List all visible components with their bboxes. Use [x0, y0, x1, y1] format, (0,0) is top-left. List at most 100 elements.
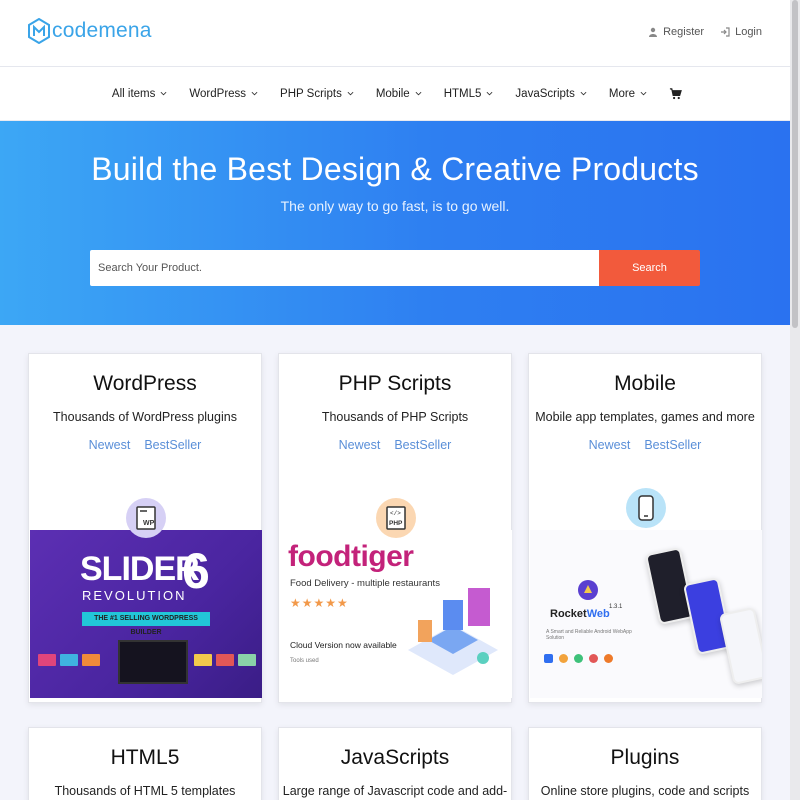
- register-label: Register: [663, 26, 705, 38]
- category-card-mobile[interactable]: Mobile Mobile app templates, games and m…: [528, 353, 762, 703]
- nav-item-all-items[interactable]: All items: [108, 88, 167, 100]
- slider-revolution-banner: SLIDER 6 REVOLUTION THE #1 SELLING WORDP…: [30, 530, 262, 698]
- chevron-down-icon: [415, 91, 422, 96]
- version-label: 1.3.1: [609, 604, 623, 610]
- phone-mockup: [718, 607, 762, 685]
- thumbnail: [82, 654, 100, 666]
- nav-label: All items: [111, 87, 156, 100]
- svg-text:PHP: PHP: [389, 520, 403, 527]
- nav-item-more[interactable]: More: [605, 88, 647, 100]
- category-card-javascripts[interactable]: JavaScripts Large range of Javascript co…: [278, 727, 512, 800]
- card-description: Thousands of PHP Scripts: [321, 410, 469, 424]
- nav-item-html5[interactable]: HTML5: [440, 88, 494, 100]
- category-card-plugins[interactable]: Plugins Online store plugins, code and s…: [528, 727, 762, 800]
- nav-label: More: [608, 87, 636, 100]
- category-card-php-scripts[interactable]: PHP Scripts Thousands of PHP Scripts New…: [278, 353, 512, 703]
- chevron-down-icon: [640, 91, 647, 96]
- search-input[interactable]: [90, 250, 599, 286]
- banner-subtitle: REVOLUTION: [82, 588, 187, 603]
- nav-item-javascripts[interactable]: JavaScripts: [511, 87, 587, 100]
- cart-icon[interactable]: [669, 87, 682, 100]
- card-description: Large range of Javascript code and add-o…: [282, 784, 508, 800]
- foodtiger-logo: foodtiger: [288, 540, 414, 573]
- card-title: Mobile: [614, 372, 676, 395]
- thumbnail: [194, 654, 212, 666]
- card-description: Online store plugins, code and scripts: [540, 784, 750, 798]
- thumbnail: [216, 654, 234, 666]
- nav-label: JavaScripts: [515, 87, 575, 100]
- chevron-down-icon: [347, 91, 354, 96]
- chevron-down-icon: [251, 91, 258, 96]
- nav-item-wordpress[interactable]: WordPress: [185, 88, 258, 100]
- search-bar: Search: [90, 250, 700, 286]
- login-label: Login: [735, 26, 762, 38]
- banner-title: SLIDER: [80, 550, 200, 588]
- banner-tag: THE #1 SELLING WORDPRESS BUILDER: [82, 612, 210, 636]
- codemena-logo-icon: [28, 18, 50, 44]
- bestseller-link[interactable]: BestSeller: [144, 438, 201, 452]
- card-description: Thousands of HTML 5 templates: [54, 784, 236, 798]
- logo-part-b: Web: [586, 608, 610, 620]
- sign-in-icon: [721, 27, 730, 37]
- foodtiger-banner: foodtiger Food Delivery - multiple resta…: [280, 530, 512, 698]
- nav-label: PHP Scripts: [280, 87, 342, 100]
- nav-item-php-scripts[interactable]: PHP Scripts: [276, 88, 354, 100]
- nav-item-mobile[interactable]: Mobile: [372, 88, 422, 100]
- vertical-scrollbar[interactable]: [790, 0, 800, 800]
- card-description: Mobile app templates, games and more: [535, 410, 755, 424]
- card-title: WordPress: [93, 372, 197, 395]
- isometric-illustration: [408, 588, 498, 675]
- logo-part-a: Rocket: [550, 608, 587, 620]
- chevron-down-icon: [580, 91, 587, 96]
- wordpress-file-icon: WP: [126, 498, 166, 538]
- rocketweb-logo: RocketWeb: [550, 608, 610, 620]
- search-button[interactable]: Search: [599, 250, 700, 286]
- rocket-icon: [578, 580, 598, 600]
- top-header: codemena Register Login: [0, 0, 790, 67]
- login-link[interactable]: Login: [720, 26, 762, 38]
- cloud-text: Cloud Version now available: [290, 640, 397, 650]
- bestseller-link[interactable]: BestSeller: [644, 438, 701, 452]
- newest-link[interactable]: Newest: [589, 438, 631, 452]
- rating-stars: ★★★★★: [290, 596, 349, 610]
- main-nav: All items WordPress PHP Scripts Mobile H…: [0, 67, 790, 121]
- auth-links: Register Login: [648, 26, 762, 38]
- card-links: Newest BestSeller: [279, 438, 511, 452]
- nav-label: WordPress: [189, 87, 247, 100]
- banner-description: A Smart and Reliable Android WebApp Solu…: [546, 629, 632, 641]
- logo-text: codemena: [52, 19, 152, 42]
- category-card-html5[interactable]: HTML5 Thousands of HTML 5 templates: [28, 727, 262, 800]
- register-link[interactable]: Register: [648, 26, 704, 38]
- thumbnail: [238, 654, 256, 666]
- card-title: JavaScripts: [340, 746, 450, 769]
- card-title: PHP Scripts: [338, 372, 452, 395]
- tools-text: Tools used: [290, 658, 319, 664]
- nav-label: Mobile: [375, 87, 410, 100]
- card-title: Plugins: [610, 746, 680, 769]
- monitor-preview: [118, 640, 188, 684]
- card-links: Newest BestSeller: [529, 438, 761, 452]
- thumbnail: [60, 654, 78, 666]
- category-card-wordpress[interactable]: WordPress Thousands of WordPress plugins…: [28, 353, 262, 703]
- smartphone-icon: [626, 488, 666, 528]
- thumbnail: [38, 654, 56, 666]
- chevron-down-icon: [160, 91, 167, 96]
- card-title: HTML5: [110, 746, 180, 769]
- nav-label: HTML5: [443, 87, 482, 100]
- card-links: Newest BestSeller: [29, 438, 261, 452]
- hero-title: Build the Best Design & Creative Product…: [91, 151, 699, 187]
- php-file-icon: </> PHP: [376, 498, 416, 538]
- svg-text:</>: </>: [390, 510, 401, 517]
- hero-banner: Build the Best Design & Creative Product…: [0, 121, 790, 325]
- newest-link[interactable]: Newest: [339, 438, 381, 452]
- chevron-down-icon: [486, 91, 493, 96]
- site-logo[interactable]: codemena: [28, 18, 152, 44]
- newest-link[interactable]: Newest: [89, 438, 131, 452]
- user-icon: [649, 27, 658, 37]
- svg-text:WP: WP: [143, 520, 155, 527]
- tech-logos: [544, 654, 613, 663]
- card-description: Thousands of WordPress plugins: [53, 410, 237, 424]
- hero-subtitle: The only way to go fast, is to go well.: [280, 198, 510, 214]
- bestseller-link[interactable]: BestSeller: [394, 438, 451, 452]
- scrollbar-thumb[interactable]: [792, 0, 798, 328]
